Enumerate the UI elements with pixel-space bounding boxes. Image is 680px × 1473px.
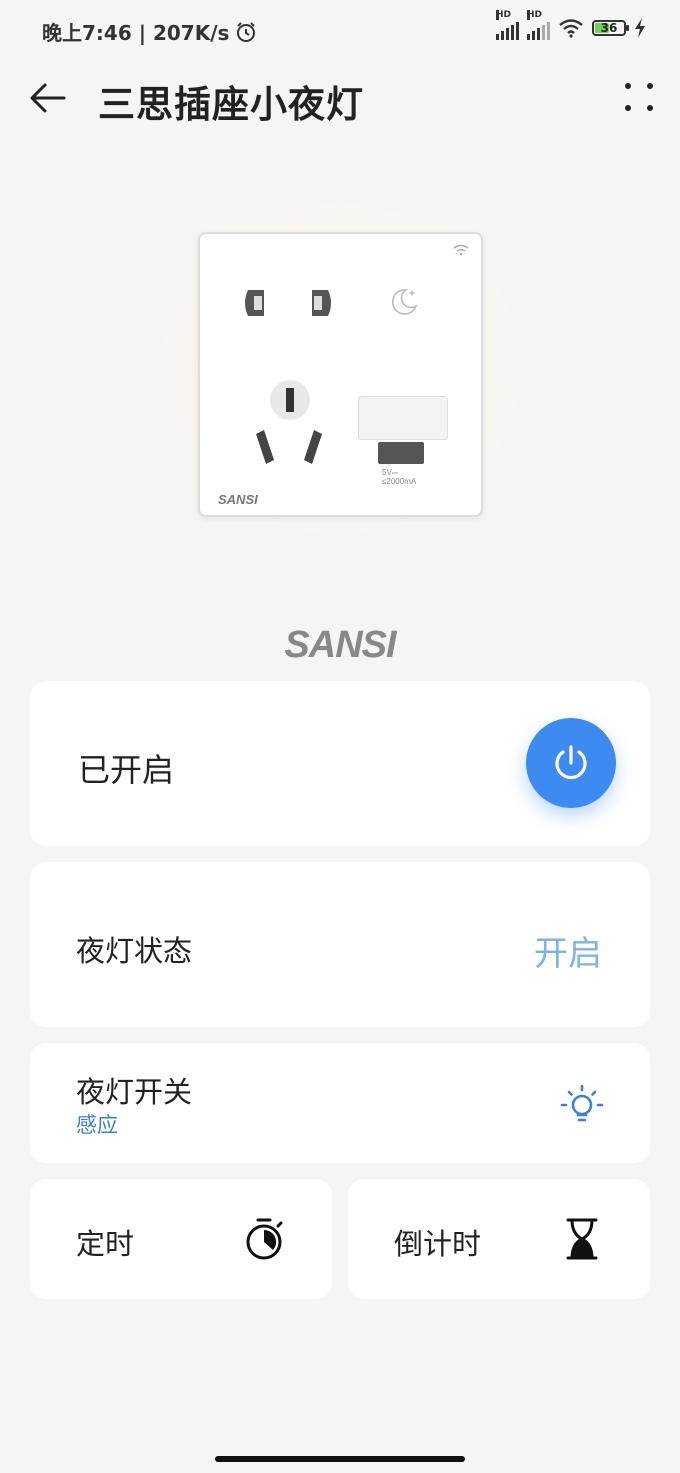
night-light-switch-card[interactable]: 夜灯开关 感应 (30, 1043, 650, 1163)
usb-spec-voltage: 5V⎓ (382, 468, 399, 477)
home-indicator[interactable] (215, 1456, 465, 1462)
three-pin-socket-icon (256, 380, 322, 464)
cell-signal-icon: HD (496, 10, 519, 40)
page-title: 三思插座小夜灯 (98, 83, 364, 126)
countdown-card[interactable]: 倒计时 (348, 1179, 650, 1299)
wifi-icon (559, 19, 583, 38)
battery-icon: 36 (592, 20, 629, 36)
power-card: 已开启 (30, 681, 650, 846)
more-dots-icon[interactable] (622, 80, 656, 114)
timer-label: 定时 (76, 1227, 135, 1261)
usb-port (378, 442, 424, 464)
night-light-mode: 感应 (76, 1113, 118, 1137)
status-time-speed: 晚上7:46 | 207K/s (42, 21, 230, 45)
light-bulb-icon (560, 1084, 604, 1122)
charging-icon (635, 18, 645, 38)
usb-spec-current: ≤2000mA (382, 477, 417, 486)
night-light-switch-label: 夜灯开关 (76, 1075, 193, 1109)
device-image: 5V⎓ ≤2000mA SANSI (198, 232, 483, 517)
power-button[interactable] (526, 718, 616, 808)
socket-brand-logo: SANSI (218, 492, 258, 507)
power-status-label: 已开启 (78, 751, 175, 789)
moon-icon (391, 289, 418, 315)
countdown-label: 倒计时 (394, 1227, 482, 1261)
socket-wifi-icon (453, 244, 469, 256)
status-right: HD HD 36 (496, 10, 646, 40)
night-light-state-card[interactable]: 夜灯状态 开启 (30, 862, 650, 1027)
status-bar: 晚上7:46 | 207K/s HD HD 36 (0, 0, 680, 60)
network-type-label: HD (496, 10, 512, 20)
usb-spec: 5V⎓ ≤2000mA (382, 468, 416, 486)
night-light-state-label: 夜灯状态 (76, 934, 193, 968)
night-light-state-value: 开启 (534, 934, 602, 974)
alarm-icon (237, 21, 256, 42)
app-header: 三思插座小夜灯 (0, 60, 680, 136)
two-pin-socket-icon (245, 290, 331, 316)
cell-signal-icon-2: HD (527, 10, 550, 40)
network-type-label-2: HD (527, 10, 543, 20)
power-icon (555, 745, 587, 780)
hourglass-icon (566, 1218, 598, 1260)
usb-panel (358, 396, 448, 440)
brand-logo: SANSI (284, 624, 396, 666)
timer-card[interactable]: 定时 (30, 1179, 332, 1299)
status-left: 晚上7:46 | 207K/s (42, 17, 257, 46)
arrow-left-icon[interactable] (28, 78, 68, 118)
battery-level: 36 (600, 21, 618, 35)
stopwatch-icon (246, 1218, 283, 1260)
